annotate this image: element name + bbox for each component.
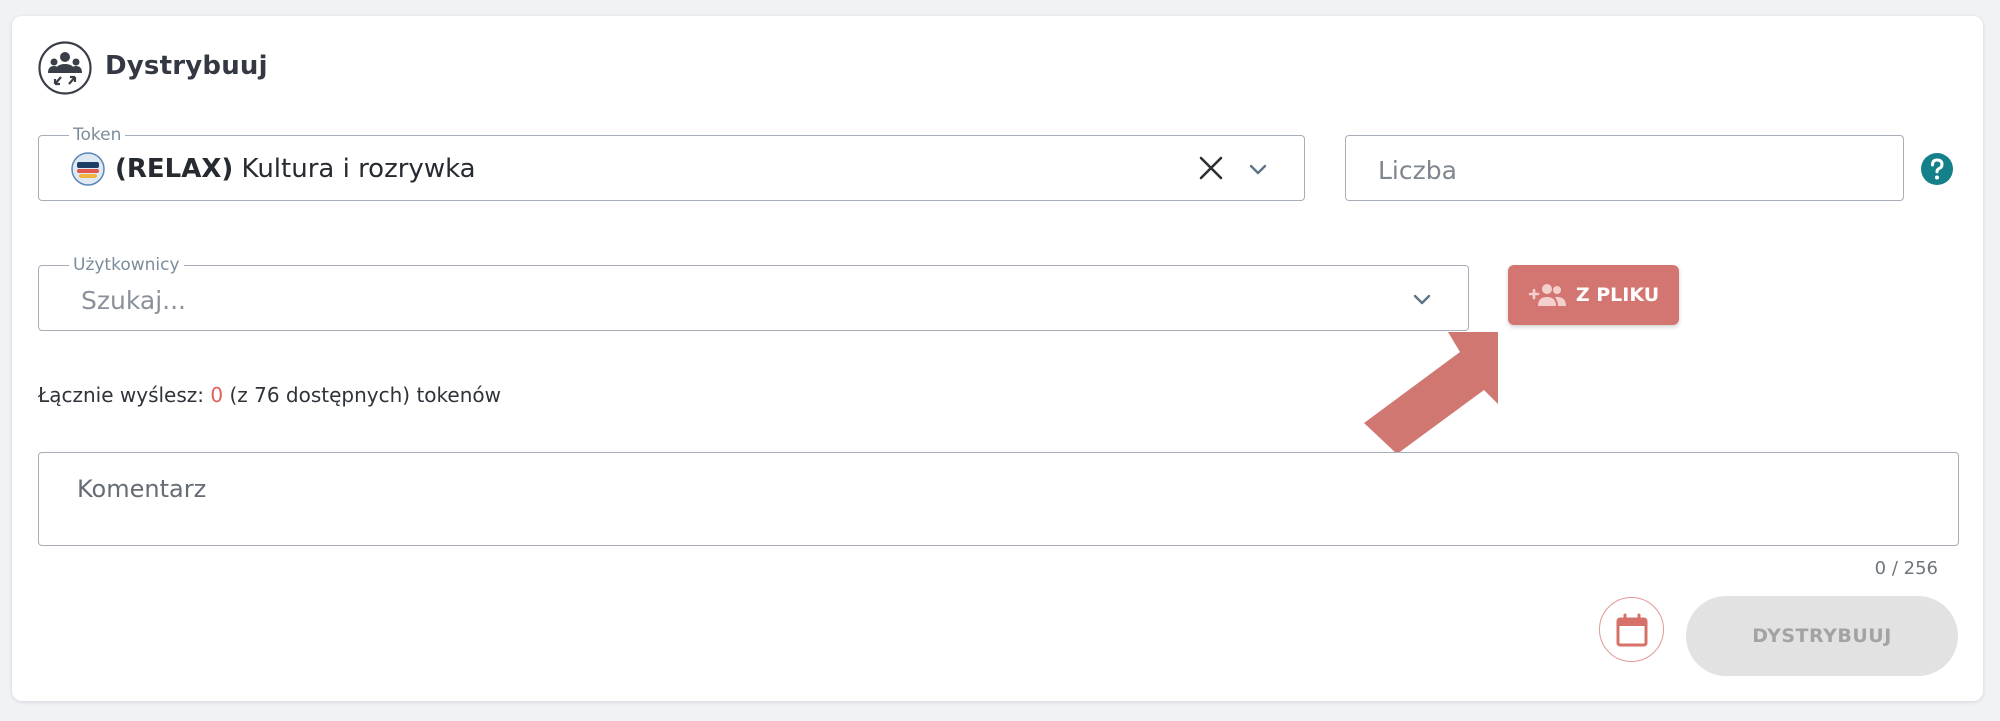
- token-selected-value: (RELAX) Kultura i rozrywka: [115, 152, 476, 186]
- users-search-input[interactable]: [79, 282, 1383, 318]
- comment-input[interactable]: [75, 473, 1919, 533]
- schedule-button[interactable]: [1599, 597, 1664, 662]
- clear-icon[interactable]: [1196, 153, 1226, 183]
- annotation-arrow: [1364, 332, 1498, 454]
- users-legend: Użytkownicy: [69, 254, 184, 276]
- amount-input[interactable]: [1376, 152, 1880, 188]
- token-legend: Token: [69, 124, 126, 146]
- summary-suffix: (z 76 dostępnych) tokenów: [223, 383, 501, 407]
- chevron-down-icon[interactable]: [1409, 286, 1435, 312]
- summary-count: 0: [210, 383, 224, 407]
- character-counter: 0 / 256: [1874, 558, 1938, 579]
- token-select[interactable]: Token (RELAX) Kultura i rozrywka: [38, 124, 1305, 201]
- users-select[interactable]: Użytkownicy: [38, 254, 1469, 331]
- distribute-people-icon: [38, 41, 92, 95]
- chevron-down-icon[interactable]: [1245, 156, 1271, 182]
- calendar-icon: [1616, 613, 1647, 646]
- amount-field: [1345, 135, 1904, 201]
- summary-prefix: Łącznie wyślesz:: [38, 383, 211, 407]
- from-file-label: Z PLIKU: [1575, 284, 1660, 306]
- distribution-summary: Łącznie wyślesz: 0 (z 76 dostępnych) tok…: [38, 383, 501, 407]
- add-users-icon: [1528, 284, 1566, 306]
- token-logo-icon: [71, 152, 105, 186]
- distribute-card: [12, 16, 1983, 701]
- page-title: Dystrybuuj: [105, 51, 268, 81]
- comment-field: [38, 452, 1959, 546]
- distribute-button[interactable]: DYSTRYBUUJ: [1686, 596, 1958, 676]
- from-file-button[interactable]: Z PLIKU: [1508, 265, 1679, 325]
- token-symbol: (RELAX): [115, 154, 234, 184]
- token-name: Kultura i rozrywka: [233, 154, 476, 184]
- help-icon[interactable]: [1920, 152, 1954, 186]
